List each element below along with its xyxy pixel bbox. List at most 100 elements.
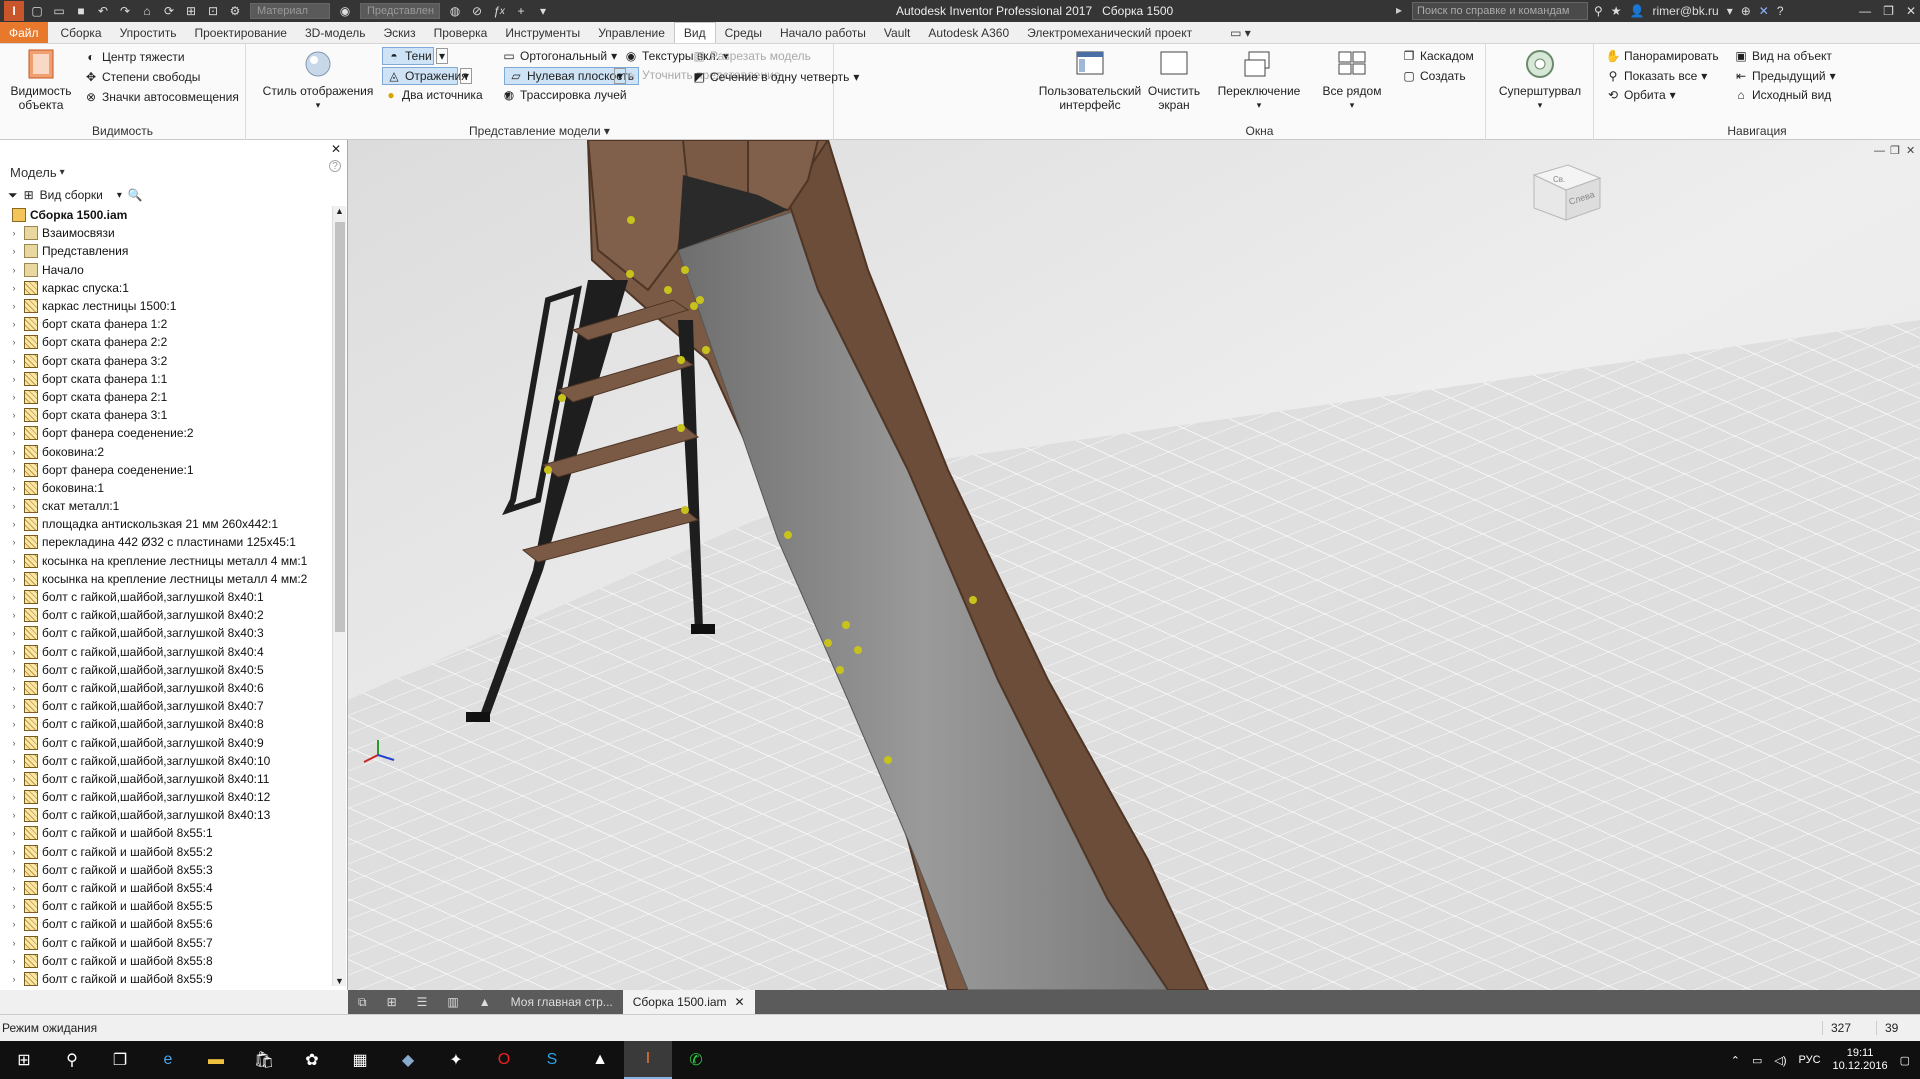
notes-icon[interactable]: ◆ [384,1041,432,1079]
scroll-down-icon[interactable]: ▼ [335,976,344,986]
tree-item[interactable]: › боковина:1 [0,479,330,497]
expand-icon[interactable]: › [8,664,20,676]
expand-icon[interactable]: › [8,791,20,803]
object-visibility-button[interactable]: Видимость объекта [6,48,76,112]
color-wheel-icon[interactable]: ◉ [336,3,354,19]
tree-item[interactable]: › болт с гайкой,шайбой,заглушкой 8х40:1 [0,588,330,606]
view-cube-top-label[interactable]: Св. [1553,175,1565,184]
cascade-button[interactable]: ❐ Каскадом [1402,49,1474,63]
tab-a360[interactable]: Autodesk A360 [919,22,1018,43]
expand-icon[interactable]: › [8,245,20,257]
tree-item[interactable]: › борт фанера соеденение:1 [0,461,330,479]
expand-icon[interactable]: › [8,391,20,403]
volume-icon[interactable]: ◁) [1774,1054,1786,1067]
store-icon[interactable]: 🛍 [240,1041,288,1079]
expand-icon[interactable]: › [8,609,20,621]
expand-icon[interactable]: › [8,373,20,385]
help-search-input[interactable]: Поиск по справке и командам [1412,2,1588,20]
degrees-of-freedom-button[interactable]: ✥ Степени свободы [84,70,200,84]
scroll-up-icon[interactable]: ▲ [335,206,344,216]
steering-wheel-button[interactable]: Суперштурвал ▾ [1490,48,1590,112]
help-icon[interactable]: ? [1777,4,1784,18]
horizontal-split-icon[interactable]: ☰ [407,990,438,1014]
browser-close-icon[interactable]: ✕ [331,142,341,156]
customize-icon[interactable]: ▾ [534,3,552,19]
tab-file[interactable]: Файл [0,22,48,43]
update-icon[interactable]: ⟳ [160,3,178,19]
automate-icons-button[interactable]: ⊗ Значки автосовмещения [84,90,239,104]
tree-item[interactable]: › болт с гайкой и шайбой 8х55:4 [0,879,330,897]
tab-view[interactable]: Вид [673,22,716,43]
cart-icon[interactable]: ⊕ [1741,4,1751,18]
graphics-viewport[interactable]: Св. Слева — ❐ ✕ [348,140,1920,990]
expand-icon[interactable]: › [8,573,20,585]
user-dropdown-icon[interactable]: ▾ [1727,4,1733,18]
expand-icon[interactable]: › [8,718,20,730]
expand-icon[interactable]: › [8,264,20,276]
reflections-dropdown[interactable]: ▾ [460,68,473,84]
home-icon[interactable]: ⌂ [138,3,156,19]
tree-item[interactable]: › перекладина 442 Ø32 с пластинами 125х45… [0,533,330,551]
close-tab-icon[interactable]: ✕ [735,995,745,1009]
network-icon[interactable]: ▭ [1752,1054,1762,1067]
tree-item[interactable]: › болт с гайкой и шайбой 8х55:3 [0,861,330,879]
expand-icon[interactable]: › [8,409,20,421]
tab-inspect[interactable]: Проверка [425,22,497,43]
tree-item[interactable]: › болт с гайкой и шайбой 8х55:5 [0,897,330,915]
tree-root[interactable]: Сборка 1500.iam [0,206,330,224]
viewport-close-icon[interactable]: ✕ [1906,145,1915,157]
expand-icon[interactable]: › [8,864,20,876]
tree-item[interactable]: › болт с гайкой и шайбой 8х55:8 [0,952,330,970]
slice-button[interactable]: ▧ Разрезать модель [692,49,811,63]
adjust-icon[interactable]: ◍ [446,3,464,19]
expand-icon[interactable]: › [8,918,20,930]
user-name[interactable]: rimer@bk.ru [1653,4,1719,18]
tree-item[interactable]: › Представления [0,242,330,260]
expand-icon[interactable]: › [8,227,20,239]
app-icon[interactable]: ✿ [288,1041,336,1079]
lighting-combo[interactable]: ● Два источника ▾ [384,88,510,102]
user-interface-button[interactable]: Пользовательский интерфейс [1034,48,1146,112]
tab-list-icon[interactable]: ▲ [469,990,501,1014]
tree-item[interactable]: › борт ската фанера 2:2 [0,333,330,351]
clock[interactable]: 19:11 10.12.2016 [1833,1047,1888,1073]
previous-view-button[interactable]: ⇤ Предыдущий ▾ [1734,69,1836,83]
clean-screen-button[interactable]: Очистить экран [1144,48,1204,112]
tree-item[interactable]: › болт с гайкой,шайбой,заглушкой 8х40:4 [0,643,330,661]
tree-item[interactable]: › болт с гайкой,шайбой,заглушкой 8х40:7 [0,697,330,715]
tab-sketch[interactable]: Эскиз [375,22,425,43]
save-icon[interactable]: ■ [72,3,90,19]
tab-assemble[interactable]: Сборка [52,22,111,43]
expand-icon[interactable]: › [8,318,20,330]
appearance-combo[interactable]: Представлен [360,3,440,19]
orbit-button[interactable]: ⟲ Орбита ▾ [1606,88,1676,102]
task-view-icon[interactable]: ❐ [96,1041,144,1079]
tile-button[interactable]: Все рядом ▾ [1312,48,1392,112]
tree-item[interactable]: › болт с гайкой,шайбой,заглушкой 8х40:2 [0,606,330,624]
expand-icon[interactable]: › [8,737,20,749]
close-icon[interactable]: ✕ [1906,4,1916,18]
tree-item[interactable]: › каркас спуска:1 [0,279,330,297]
tree-item[interactable]: › косынка на крепление лестницы металл 4 … [0,552,330,570]
tree-item[interactable]: › болт с гайкой,шайбой,заглушкой 8х40:6 [0,679,330,697]
expand-icon[interactable]: › [8,300,20,312]
new-icon[interactable]: ▢ [28,3,46,19]
tab-simplify[interactable]: Упростить [111,22,186,43]
panel-expand-icon[interactable]: ▾ [604,124,610,138]
center-of-gravity-button[interactable]: ◐ Центр тяжести [84,50,184,64]
redo-icon[interactable]: ↷ [116,3,134,19]
search-taskbar-icon[interactable]: ⚲ [48,1041,96,1079]
tree-item[interactable]: › болт с гайкой,шайбой,заглушкой 8х40:9 [0,733,330,751]
shadows-button[interactable]: ◓ Тени [382,47,434,65]
expand-icon[interactable]: › [8,591,20,603]
tree-item[interactable]: › скат металл:1 [0,497,330,515]
expand-icon[interactable]: › [8,682,20,694]
add-icon[interactable]: + [512,3,530,19]
reflections-button[interactable]: ◬ Отражения [382,67,468,85]
expand-icon[interactable]: › [8,882,20,894]
tree-item[interactable]: › Начало [0,261,330,279]
tree-item[interactable]: › болт с гайкой и шайбой 8х55:9 [0,970,330,986]
select-icon[interactable]: ⊞ [182,3,200,19]
tree-item[interactable]: › болт с гайкой,шайбой,заглушкой 8х40:8 [0,715,330,733]
minimize-icon[interactable]: — [1859,4,1871,18]
